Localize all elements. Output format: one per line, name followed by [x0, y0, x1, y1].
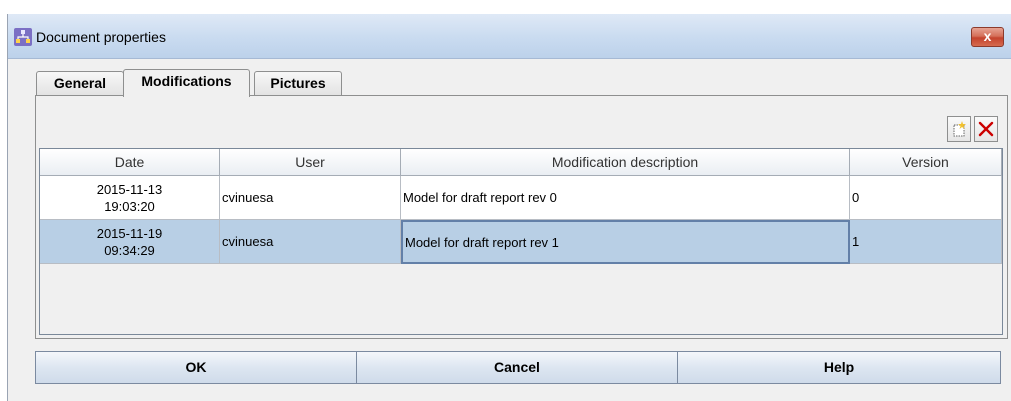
- add-modification-button[interactable]: [947, 116, 971, 142]
- modifications-panel: Date User Modification description Versi…: [35, 95, 1008, 339]
- tab-pictures[interactable]: Pictures: [254, 71, 342, 95]
- date-value: 2015-11-13: [96, 181, 163, 197]
- column-header-user[interactable]: User: [220, 149, 401, 176]
- table-row[interactable]: 2015-11-19 09:34:29 cvinuesa Model for d…: [40, 220, 1002, 264]
- time-value: 09:34:29: [104, 242, 155, 258]
- dialog-button-bar: OK Cancel Help: [35, 351, 1001, 384]
- column-header-date[interactable]: Date: [40, 149, 220, 176]
- tab-general[interactable]: General: [36, 71, 124, 95]
- delete-x-icon: [978, 121, 994, 137]
- time-value: 19:03:20: [104, 198, 155, 214]
- ok-button[interactable]: OK: [35, 351, 357, 384]
- window-title: Document properties: [36, 29, 166, 45]
- description-cell[interactable]: Model for draft report rev 1: [401, 220, 850, 264]
- document-properties-dialog: Document properties x General Modificati…: [7, 14, 1011, 401]
- description-cell[interactable]: Model for draft report rev 0: [401, 176, 850, 220]
- app-network-icon: [14, 28, 32, 46]
- date-cell[interactable]: 2015-11-13 19:03:20: [40, 176, 220, 220]
- date-value: 2015-11-19: [96, 225, 163, 241]
- title-bar[interactable]: Document properties x: [8, 14, 1011, 59]
- new-document-icon: [953, 121, 966, 137]
- user-cell[interactable]: cvinuesa: [220, 176, 401, 220]
- version-cell[interactable]: 1: [850, 220, 1002, 264]
- modifications-table: Date User Modification description Versi…: [39, 148, 1003, 335]
- close-button[interactable]: x: [971, 27, 1004, 47]
- user-cell[interactable]: cvinuesa: [220, 220, 401, 264]
- version-cell[interactable]: 0: [850, 176, 1002, 220]
- table-row[interactable]: 2015-11-13 19:03:20 cvinuesa Model for d…: [40, 176, 1002, 220]
- column-header-version[interactable]: Version: [850, 149, 1002, 176]
- help-button[interactable]: Help: [677, 351, 1001, 384]
- delete-modification-button[interactable]: [974, 116, 998, 142]
- date-cell[interactable]: 2015-11-19 09:34:29: [40, 220, 220, 264]
- cancel-button[interactable]: Cancel: [356, 351, 678, 384]
- column-header-description[interactable]: Modification description: [401, 149, 850, 176]
- table-header: Date User Modification description Versi…: [40, 149, 1002, 176]
- tab-modifications[interactable]: Modifications: [123, 69, 250, 97]
